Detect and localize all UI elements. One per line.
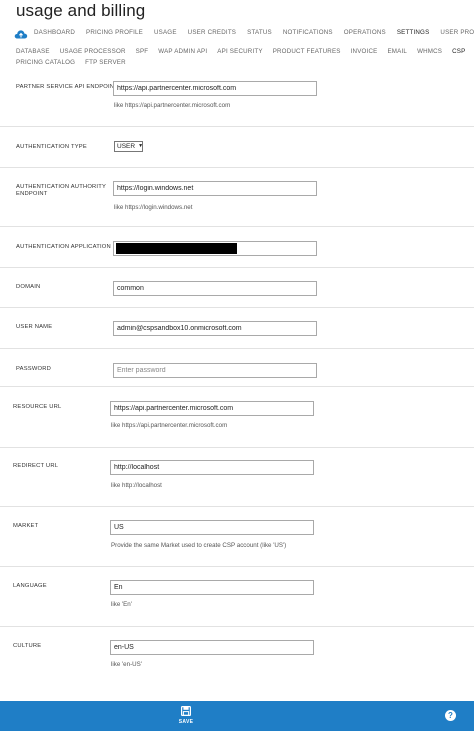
resource-url-input[interactable] [110,401,314,416]
password-input[interactable] [113,363,317,378]
divider [0,386,474,387]
command-bar: SAVE ? [0,701,474,731]
divider [0,506,474,507]
culture-label: CULTURE [13,643,42,649]
user-name-label: USER NAME [16,324,53,330]
resource-url-hint: like https://api.partnercenter.microsoft… [111,422,228,429]
nav-tab-api-security[interactable]: API SECURITY [217,48,262,59]
nav-tab-whmcs[interactable]: WHMCS [417,48,442,59]
divider [0,566,474,567]
auth-app-id-label: AUTHENTICATION APPLICATION ID [16,244,119,250]
primary-nav: DASHBOARD PRICING PROFILE USAGE USER CREDIT… [14,28,474,42]
nav-tab-database[interactable]: DATABASE [16,48,50,59]
nav-tab-product-features[interactable]: PRODUCT FEATURES [273,48,341,59]
language-hint: like 'En' [111,601,132,608]
nav-tab-email[interactable]: EMAIL [387,48,407,59]
divider [0,267,474,268]
divider [0,126,474,127]
nav-tab-spf[interactable]: SPF [136,48,149,59]
redacted-value [116,243,237,254]
partner-endpoint-label: PARTNER SERVICE API ENDPOINT [16,84,118,90]
nav-tab-ftp-server[interactable]: FTP SERVER [85,59,126,70]
resource-url-label: RESOURCE URL [13,404,62,410]
nav-tab-csp[interactable]: CSP [452,48,465,59]
nav-tab-operations[interactable]: OPERATIONS [344,29,386,36]
redirect-url-input[interactable] [110,460,314,475]
cloud-icon[interactable] [14,28,28,40]
nav-tab-user-credits[interactable]: USER CREDITS [188,29,236,36]
market-label: MARKET [13,523,39,529]
nav-tab-pricing-catalog[interactable]: PRICING CATALOG [16,59,75,70]
auth-type-select[interactable]: USER ▼ [114,141,143,152]
domain-input[interactable] [113,281,317,296]
market-input[interactable] [110,520,314,535]
redirect-url-hint: like http://localhost [111,482,162,489]
auth-type-label: AUTHENTICATION TYPE [16,144,87,150]
user-name-input[interactable] [113,321,317,336]
language-input[interactable] [110,580,314,595]
auth-authority-input[interactable] [113,181,317,196]
nav-tab-notifications[interactable]: NOTIFICATIONS [283,29,333,36]
market-hint: Provide the same Market used to create C… [111,542,287,549]
password-label: PASSWORD [16,366,51,372]
nav-tab-wap-admin-api[interactable]: WAP ADMIN API [158,48,207,59]
nav-tab-invoice[interactable]: INVOICE [351,48,378,59]
language-label: LANGUAGE [13,583,47,589]
save-label: SAVE [178,719,194,725]
culture-hint: like 'en-US' [111,661,142,668]
auth-type-value: USER [117,143,136,150]
culture-input[interactable] [110,640,314,655]
divider [0,447,474,448]
partner-endpoint-input[interactable] [113,81,317,96]
domain-label: DOMAIN [16,284,41,290]
nav-tab-usage[interactable]: USAGE [154,29,177,36]
nav-tab-pricing-profile[interactable]: PRICING PROFILE [86,29,143,36]
save-icon [181,706,191,716]
divider [0,307,474,308]
nav-tab-usage-processor[interactable]: USAGE PROCESSOR [60,48,126,59]
nav-tab-settings[interactable]: SETTINGS [397,29,430,36]
secondary-nav: DATABASE USAGE PROCESSOR SPF WAP ADMIN API A… [16,48,474,70]
divider [0,626,474,627]
auth-authority-label: AUTHENTICATION AUTHORITY ENDPOINT [16,184,106,197]
help-icon[interactable]: ? [445,710,456,721]
page-title: usage and billing [16,1,146,20]
partner-endpoint-hint: like https://api.partnercenter.microsoft… [114,102,231,109]
divider [0,167,474,168]
auth-authority-hint: like https://login.windows.net [114,204,193,211]
divider [0,226,474,227]
save-button[interactable]: SAVE [175,705,197,727]
divider [0,348,474,349]
nav-tab-dashboard[interactable]: DASHBOARD [34,29,75,36]
dropdown-arrow-icon: ▼ [138,143,144,149]
nav-tab-user-profiles[interactable]: USER PROFILES [440,29,474,36]
nav-tab-status[interactable]: STATUS [247,29,272,36]
redirect-url-label: REDIRECT URL [13,463,59,469]
